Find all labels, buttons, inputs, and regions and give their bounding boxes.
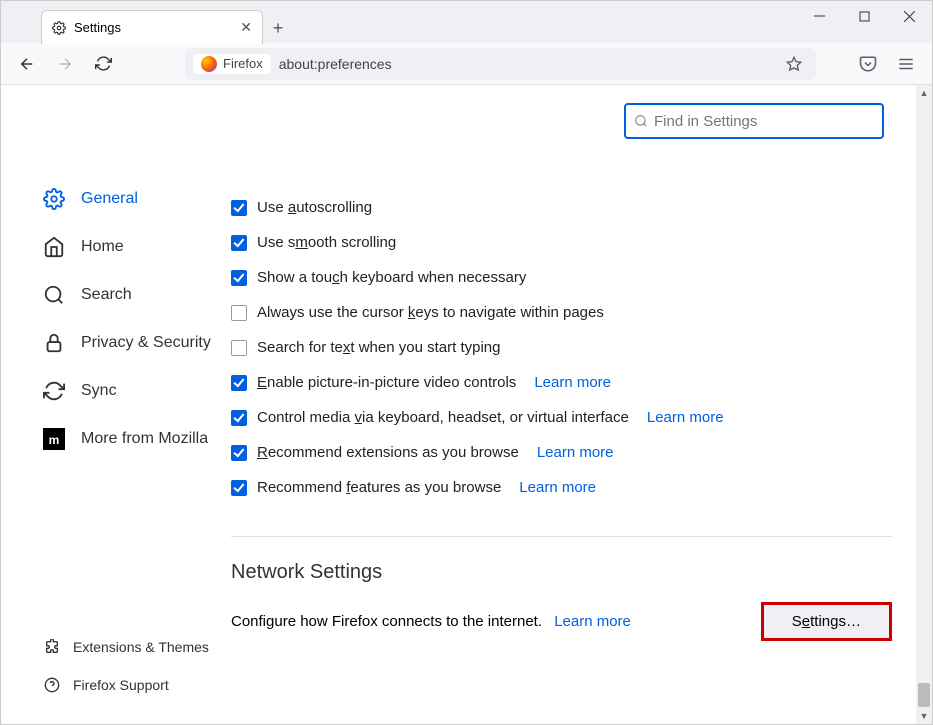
sidebar-item-more-mozilla[interactable]: m More from Mozilla: [31, 415, 231, 463]
checkbox[interactable]: [231, 480, 247, 496]
search-icon: [634, 114, 648, 128]
scrollbar-thumb[interactable]: [918, 683, 930, 707]
checkbox[interactable]: [231, 375, 247, 391]
checkbox-row: Recommend extensions as you browse Learn …: [231, 444, 892, 461]
divider: [231, 536, 892, 537]
lock-icon: [43, 332, 65, 354]
search-icon: [43, 284, 65, 306]
scroll-up-icon[interactable]: ▲: [916, 85, 932, 101]
home-icon: [43, 236, 65, 258]
settings-search-box[interactable]: [624, 103, 884, 139]
checkbox[interactable]: [231, 445, 247, 461]
checkbox-row: Control media via keyboard, headset, or …: [231, 409, 892, 426]
settings-search-input[interactable]: [654, 113, 874, 130]
vertical-scrollbar[interactable]: ▲ ▼: [916, 85, 932, 724]
settings-main: Use autoscrolling Use smooth scrolling Sho…: [231, 85, 932, 724]
sidebar-item-label: Search: [81, 286, 132, 304]
checkbox-label[interactable]: Show a touch keyboard when necessary: [257, 269, 526, 286]
sidebar-item-label: Extensions & Themes: [73, 639, 209, 655]
checkbox-row: Always use the cursor keys to navigate w…: [231, 304, 892, 321]
checkbox[interactable]: [231, 305, 247, 321]
sidebar-item-label: Sync: [81, 382, 117, 400]
identity-label: Firefox: [223, 56, 263, 71]
sidebar-item-label: Firefox Support: [73, 677, 169, 693]
checkbox-label[interactable]: Always use the cursor keys to navigate w…: [257, 304, 604, 321]
checkbox-label[interactable]: Recommend extensions as you browse: [257, 444, 519, 461]
settings-sidebar: General Home Search Privacy & Security S…: [1, 85, 231, 724]
sidebar-item-home[interactable]: Home: [31, 223, 231, 271]
checkbox-row: Search for text when you start typing: [231, 339, 892, 356]
pocket-icon[interactable]: [852, 48, 884, 80]
firefox-icon: [201, 56, 217, 72]
checkbox[interactable]: [231, 410, 247, 426]
mozilla-icon: m: [43, 428, 65, 450]
puzzle-icon: [43, 638, 61, 656]
checkbox[interactable]: [231, 235, 247, 251]
sidebar-item-support[interactable]: Firefox Support: [31, 666, 231, 704]
help-icon: [43, 676, 61, 694]
checkbox-label[interactable]: Use smooth scrolling: [257, 234, 396, 251]
new-tab-button[interactable]: +: [263, 13, 293, 43]
sync-icon: [43, 380, 65, 402]
checkbox-label[interactable]: Control media via keyboard, headset, or …: [257, 409, 629, 426]
sidebar-item-label: Home: [81, 238, 124, 256]
svg-text:m: m: [49, 433, 60, 447]
maximize-button[interactable]: [842, 1, 887, 31]
sidebar-item-general[interactable]: General: [31, 175, 231, 223]
network-settings-button[interactable]: Settings…: [761, 602, 892, 641]
learn-more-link[interactable]: Learn more: [537, 444, 614, 461]
scroll-down-icon[interactable]: ▼: [916, 708, 932, 724]
sidebar-item-privacy[interactable]: Privacy & Security: [31, 319, 231, 367]
checkbox-label[interactable]: Search for text when you start typing: [257, 339, 500, 356]
learn-more-link[interactable]: Learn more: [519, 479, 596, 496]
checkbox-row: Show a touch keyboard when necessary: [231, 269, 892, 286]
checkbox-row: Use autoscrolling: [231, 199, 892, 216]
learn-more-link[interactable]: Learn more: [554, 613, 631, 630]
forward-button[interactable]: [49, 48, 81, 80]
checkbox-row: Enable picture-in-picture video controls…: [231, 374, 892, 391]
titlebar: Settings ✕ +: [1, 1, 932, 43]
minimize-button[interactable]: [797, 1, 842, 31]
checkbox[interactable]: [231, 340, 247, 356]
sidebar-item-label: General: [81, 190, 138, 208]
gear-icon: [43, 188, 65, 210]
sidebar-item-label: Privacy & Security: [81, 334, 211, 352]
tab-title: Settings: [74, 20, 121, 35]
learn-more-link[interactable]: Learn more: [534, 374, 611, 391]
close-tab-icon[interactable]: ✕: [240, 19, 252, 36]
toolbar: Firefox about:preferences: [1, 43, 932, 85]
browser-tab[interactable]: Settings ✕: [41, 10, 263, 44]
gear-icon: [52, 21, 66, 35]
checkbox[interactable]: [231, 200, 247, 216]
sidebar-item-search[interactable]: Search: [31, 271, 231, 319]
url-text: about:preferences: [279, 56, 772, 72]
checkbox-row: Use smooth scrolling: [231, 234, 892, 251]
checkbox-label[interactable]: Recommend features as you browse: [257, 479, 501, 496]
sidebar-item-sync[interactable]: Sync: [31, 367, 231, 415]
reload-button[interactable]: [87, 48, 119, 80]
checkbox-row: Recommend features as you browse Learn mo…: [231, 479, 892, 496]
app-menu-button[interactable]: [890, 48, 922, 80]
checkbox-label[interactable]: Use autoscrolling: [257, 199, 372, 216]
identity-box[interactable]: Firefox: [193, 54, 271, 74]
url-bar[interactable]: Firefox about:preferences: [185, 48, 816, 80]
close-window-button[interactable]: [887, 1, 932, 31]
bookmark-star-icon[interactable]: [780, 56, 808, 72]
learn-more-link[interactable]: Learn more: [647, 409, 724, 426]
checkbox-label[interactable]: Enable picture-in-picture video controls: [257, 374, 516, 391]
network-desc: Configure how Firefox connects to the in…: [231, 613, 631, 630]
back-button[interactable]: [11, 48, 43, 80]
sidebar-item-extensions[interactable]: Extensions & Themes: [31, 628, 231, 666]
sidebar-item-label: More from Mozilla: [81, 430, 208, 448]
network-settings-title: Network Settings: [231, 561, 892, 584]
checkbox[interactable]: [231, 270, 247, 286]
